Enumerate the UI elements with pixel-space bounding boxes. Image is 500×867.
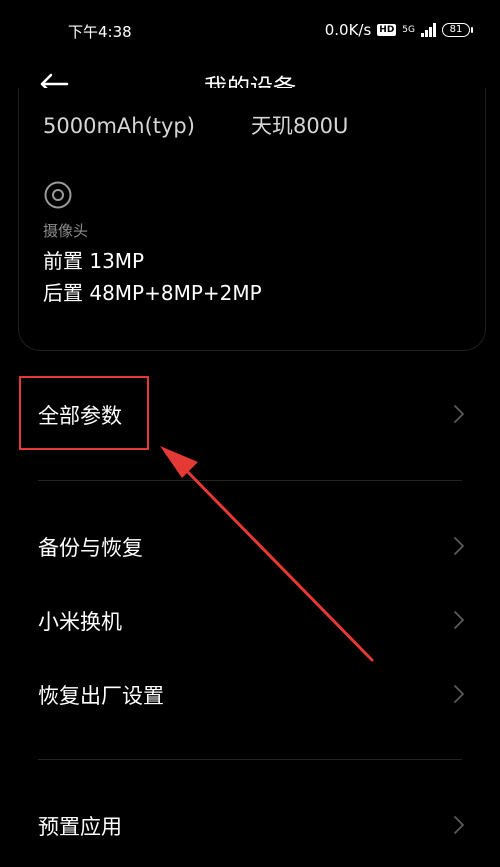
menu-label: 备份与恢复 — [38, 536, 143, 560]
divider — [38, 759, 462, 760]
spec-cut-row: 5000mAh(typ) 天玑800U — [43, 110, 348, 140]
status-bar: 下午4:38 0.0K/s HD 5G 81 — [0, 0, 500, 58]
menu-item-preinstalled-apps[interactable]: 预置应用 — [0, 795, 500, 855]
chevron-right-icon — [454, 611, 464, 629]
front-camera-spec: 前置 13MP — [43, 249, 145, 273]
menu-label: 小米换机 — [38, 610, 122, 634]
divider — [38, 480, 462, 481]
chevron-right-icon — [454, 816, 464, 834]
signal-icon — [421, 23, 436, 37]
battery-icon: 81 — [442, 23, 473, 37]
chevron-right-icon — [454, 405, 464, 423]
hd-icon: HD — [377, 24, 397, 36]
network-type: 5G — [402, 25, 415, 35]
spec-card: 5000mAh(typ) 天玑800U 摄像头 前置 13MP 后置 48MP+8… — [18, 88, 486, 351]
battery-capacity: 5000mAh(typ) — [43, 114, 195, 138]
menu-label: 恢复出厂设置 — [38, 684, 164, 708]
highlight-box — [19, 376, 149, 450]
chevron-right-icon — [454, 537, 464, 555]
status-indicators: 0.0K/s HD 5G 81 — [324, 21, 473, 39]
chevron-right-icon — [454, 685, 464, 703]
camera-icon — [44, 181, 72, 209]
menu-item-factory-reset[interactable]: 恢复出厂设置 — [0, 664, 500, 724]
menu-item-backup-restore[interactable]: 备份与恢复 — [0, 516, 500, 576]
processor: 天玑800U — [250, 114, 349, 138]
menu-item-mi-mover[interactable]: 小米换机 — [0, 590, 500, 650]
status-time: 下午4:38 — [68, 23, 132, 41]
camera-label: 摄像头 — [43, 222, 89, 240]
rear-camera-spec: 后置 48MP+8MP+2MP — [43, 281, 262, 305]
network-speed: 0.0K/s — [324, 21, 372, 39]
menu-label: 预置应用 — [38, 815, 122, 839]
